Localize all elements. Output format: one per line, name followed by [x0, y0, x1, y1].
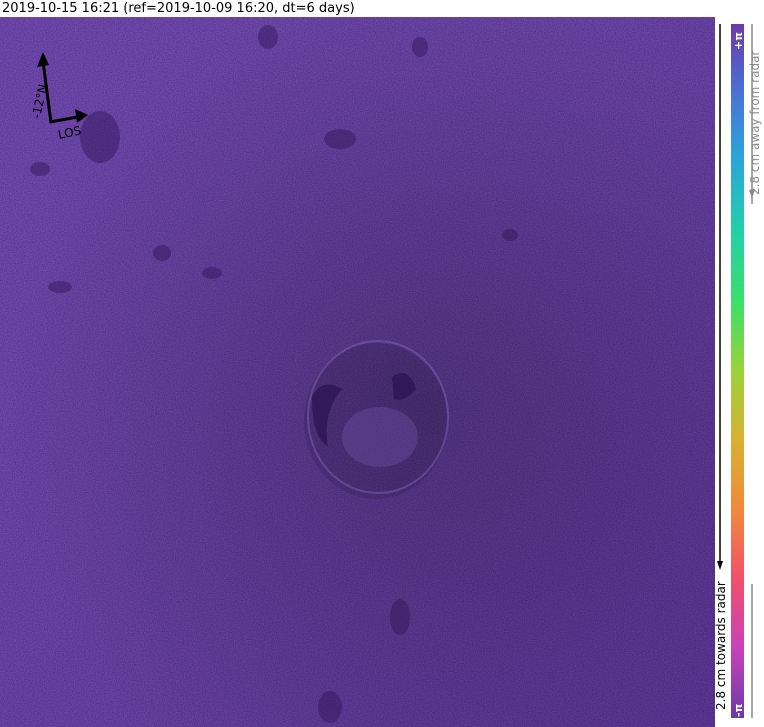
towards-arrow-head-icon: [717, 561, 723, 570]
phase-colorbar: [731, 24, 744, 718]
terrain-hillshade: [0, 17, 715, 727]
interferogram-map: [0, 17, 715, 727]
towards-label: 2.8 cm towards radar: [714, 581, 728, 710]
image-title: 2019-10-15 16:21 (ref=2019-10-09 16:20, …: [2, 1, 355, 16]
away-label: 2.8 cm away from radar: [748, 50, 762, 195]
colorbar-min-label: -π: [732, 703, 745, 717]
colorbar-max-label: +π: [732, 32, 745, 50]
